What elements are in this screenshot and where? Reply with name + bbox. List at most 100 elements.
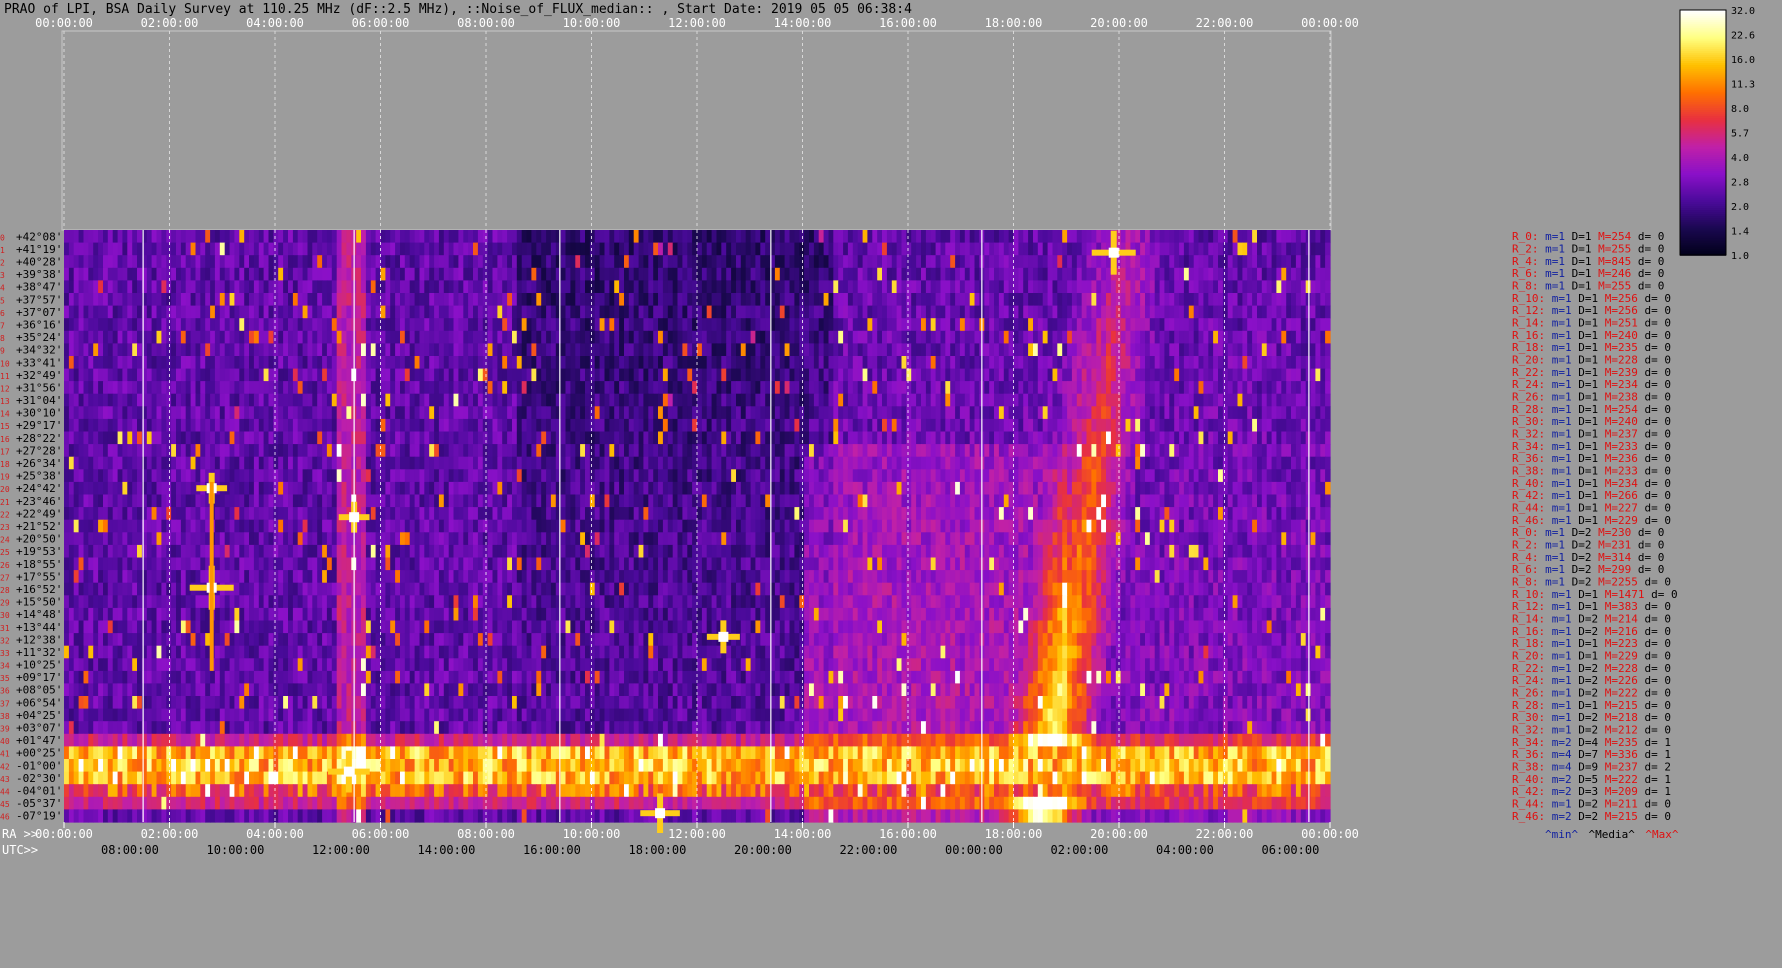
heatmap-cell: [1247, 418, 1253, 433]
heatmap-cell: [103, 406, 109, 420]
heatmap-cell: [585, 381, 591, 395]
heatmap-cell: [424, 293, 430, 307]
heatmap-cell: [731, 393, 737, 407]
heatmap-cell: [288, 343, 294, 357]
heatmap-cell: [210, 318, 216, 332]
heatmap-cell: [112, 280, 119, 294]
heatmap-cell: [434, 330, 440, 344]
heatmap-cell: [1086, 293, 1092, 307]
heatmap-cell: [414, 406, 421, 420]
heatmap-cell: [843, 330, 849, 344]
heatmap-cell: [1198, 230, 1204, 244]
heatmap-cell: [88, 431, 94, 445]
heatmap-cell: [395, 406, 401, 420]
heatmap-cell: [1135, 280, 1141, 294]
heatmap-cell: [682, 431, 688, 445]
heatmap-cell: [711, 431, 718, 445]
heatmap-cell: [424, 456, 430, 470]
heatmap-cell: [117, 293, 124, 307]
heatmap-cell: [964, 280, 971, 294]
heatmap-cell: [736, 255, 742, 269]
heatmap-cell: [843, 381, 849, 395]
heatmap-cell: [1242, 444, 1248, 458]
heatmap-cell: [502, 381, 508, 395]
heatmap-cell: [395, 318, 401, 332]
heatmap-cell: [1033, 280, 1039, 294]
heatmap-cell: [117, 456, 124, 470]
heatmap-cell: [312, 343, 318, 357]
heatmap-cell: [736, 230, 742, 244]
heatmap-cell: [847, 230, 854, 244]
heatmap-cell: [390, 356, 396, 370]
heatmap-cell: [487, 418, 494, 433]
heatmap-cell: [438, 267, 445, 281]
heatmap-cell: [78, 431, 85, 445]
heatmap-cell: [210, 456, 216, 470]
heatmap-cell: [224, 293, 231, 307]
heatmap-cell: [862, 456, 869, 470]
heatmap-cell: [940, 267, 946, 281]
heatmap-cell: [745, 444, 752, 458]
heatmap-cell: [687, 418, 693, 433]
heatmap-cell: [560, 242, 567, 256]
heatmap-cell: [263, 393, 270, 407]
heatmap-cell: [93, 406, 99, 420]
heatmap-cell: [1076, 456, 1083, 470]
heatmap-cell: [400, 381, 406, 395]
heatmap-cell: [969, 381, 976, 395]
heatmap-cell: [1315, 318, 1321, 332]
heatmap-cell: [463, 267, 469, 281]
heatmap-cell: [1154, 431, 1161, 445]
heatmap-cell: [882, 305, 888, 319]
heatmap-cell: [628, 356, 635, 370]
heatmap-cell: [512, 418, 518, 433]
heatmap-cell: [731, 280, 737, 294]
heatmap-cell: [852, 330, 859, 344]
heatmap-cell: [229, 330, 236, 344]
heatmap-cell: [419, 368, 425, 382]
heatmap-cell: [872, 444, 878, 458]
heatmap-cell: [297, 293, 304, 307]
heatmap-cell: [662, 293, 669, 307]
heatmap-cell: [341, 318, 347, 332]
heatmap-cell: [901, 456, 907, 470]
heatmap-cell: [312, 368, 318, 382]
heatmap-cell: [599, 431, 606, 445]
heatmap-cell: [1037, 444, 1044, 458]
heatmap-cell: [677, 280, 683, 294]
heatmap-cell: [1145, 418, 1151, 433]
heatmap-cell: [1101, 368, 1107, 382]
heatmap-cell: [302, 431, 309, 445]
heatmap-cell: [1052, 406, 1058, 420]
heatmap-cell: [137, 343, 143, 357]
heatmap-cell: [117, 267, 124, 281]
heatmap-cell: [662, 431, 669, 445]
heatmap-cell: [1179, 444, 1185, 458]
heatmap-cell: [244, 444, 250, 458]
heatmap-cell: [1101, 418, 1107, 433]
heatmap-cell: [278, 456, 284, 470]
heatmap-cell: [370, 343, 377, 357]
heatmap-cell: [434, 381, 440, 395]
heatmap-cell: [229, 343, 236, 357]
heatmap-cell: [1047, 255, 1054, 269]
heatmap-cell: [604, 381, 610, 395]
heatmap-cell: [565, 267, 571, 281]
heatmap-cell: [210, 393, 216, 407]
heatmap-cell: [122, 293, 128, 307]
heatmap-cell: [998, 431, 1005, 445]
heatmap-cell: [214, 330, 221, 344]
heatmap-cell: [916, 431, 922, 445]
heatmap-cell: [536, 393, 542, 407]
heatmap-cell: [818, 230, 825, 244]
heatmap-cell: [161, 456, 167, 470]
heatmap-cell: [994, 293, 1000, 307]
heatmap-cell: [940, 343, 946, 357]
heatmap-cell: [336, 393, 343, 407]
heatmap-cell: [210, 356, 216, 370]
heatmap-cell: [619, 330, 625, 344]
heatmap-cell: [438, 393, 445, 407]
heatmap-cell: [1120, 456, 1127, 470]
heatmap-cell: [365, 431, 372, 445]
heatmap-cell: [487, 330, 494, 344]
